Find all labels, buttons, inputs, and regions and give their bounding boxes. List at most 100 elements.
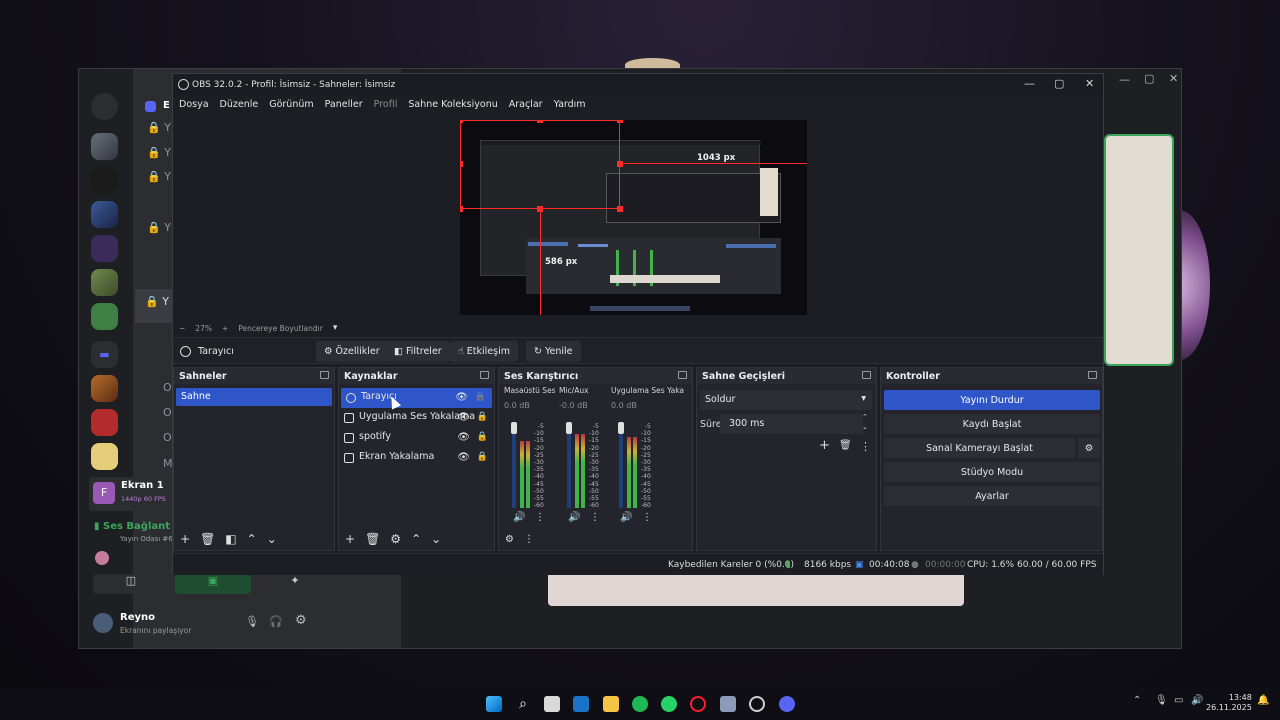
duration-input[interactable]: 300 ms <box>720 414 863 434</box>
trash-icon[interactable]: 🗑 <box>365 532 380 546</box>
stop-streaming-button[interactable]: Yayını Durdur <box>884 390 1100 410</box>
channel-more-icon[interactable]: ⋮ <box>642 512 652 523</box>
channel-row[interactable]: 🔒 Y <box>147 221 171 234</box>
transition-select[interactable]: Soldur ▾ <box>700 390 872 410</box>
server-icon[interactable] <box>91 133 118 160</box>
visibility-eye-icon[interactable]: 👁 <box>457 412 470 423</box>
undock-icon[interactable] <box>862 371 871 379</box>
gear-icon[interactable]: ⚙ <box>390 532 401 546</box>
add-icon[interactable]: + <box>345 532 355 546</box>
move-down-icon[interactable]: ⌄ <box>267 532 277 546</box>
channel-more-icon[interactable]: ⋮ <box>535 512 545 523</box>
channel-more-icon[interactable]: ⋮ <box>590 512 600 523</box>
outlook-icon[interactable] <box>573 696 589 712</box>
zoom-dropdown-icon[interactable]: ▾ <box>333 323 338 333</box>
interact-button[interactable]: ☝ Etkileşim <box>450 341 518 362</box>
maximize-button[interactable]: ▢ <box>1054 77 1064 90</box>
advanced-audio-icon[interactable]: ⚙ <box>505 534 514 545</box>
undock-icon[interactable] <box>480 371 489 379</box>
source-item[interactable]: Uygulama Ses Yakalama 👁 🔒 <box>339 408 494 428</box>
lock-icon[interactable]: 🔒 <box>477 412 488 422</box>
opera-icon[interactable] <box>690 696 706 712</box>
move-down-icon[interactable]: ⌄ <box>431 532 441 546</box>
volume-fader-track[interactable] <box>512 426 516 508</box>
zoom-in-button[interactable]: + <box>222 324 228 333</box>
discord-maximize-button[interactable]: ▢ <box>1144 72 1154 85</box>
menu-profile[interactable]: Profil <box>374 99 398 110</box>
refresh-button[interactable]: ↻ Yenile <box>526 341 581 362</box>
user-avatar[interactable] <box>93 613 113 633</box>
server-icon[interactable] <box>91 201 118 228</box>
channel-row[interactable]: 🔒 Y <box>147 146 171 159</box>
menu-tools[interactable]: Araçlar <box>509 99 543 110</box>
preview-area[interactable]: 1043 px 586 px <box>173 114 1103 320</box>
screen-share-button[interactable]: ▣ <box>175 574 251 594</box>
server-icon[interactable] <box>91 303 118 330</box>
lock-icon[interactable]: 🔒 <box>475 392 486 402</box>
studio-mode-button[interactable]: Stüdyo Modu <box>884 462 1100 482</box>
undock-icon[interactable] <box>1088 371 1097 379</box>
folder-icon[interactable]: ▬ <box>91 341 118 368</box>
app-icon[interactable] <box>720 696 736 712</box>
server-icon[interactable] <box>91 269 118 296</box>
spotify-icon[interactable] <box>632 696 648 712</box>
resize-handle[interactable] <box>460 161 463 167</box>
obs-icon[interactable] <box>749 696 765 712</box>
discord-icon[interactable] <box>779 696 795 712</box>
resize-handle[interactable] <box>460 120 463 123</box>
settings-gear-icon[interactable]: ⚙ <box>295 613 307 628</box>
menu-scene-collection[interactable]: Sahne Koleksiyonu <box>408 99 497 110</box>
more-icon[interactable]: ⋮ <box>860 440 871 453</box>
trash-icon[interactable]: 🗑 <box>200 532 215 546</box>
start-virtual-camera-button[interactable]: Sanal Kamerayı Başlat <box>884 438 1075 458</box>
volume-fader-track[interactable] <box>567 426 571 508</box>
store-icon[interactable] <box>544 696 560 712</box>
scene-item[interactable]: Sahne <box>176 388 332 406</box>
camera-off-button[interactable]: ◫ <box>93 574 169 594</box>
volume-fader-handle[interactable] <box>566 422 572 434</box>
visibility-eye-icon[interactable]: 👁 <box>457 452 470 463</box>
volume-fader-handle[interactable] <box>618 422 624 434</box>
fit-to-window-button[interactable]: Pencereye Boyutlandır <box>238 324 323 333</box>
undock-icon[interactable] <box>320 371 329 379</box>
start-button[interactable] <box>486 696 502 712</box>
properties-button[interactable]: ⚙ Özellikler <box>316 341 388 362</box>
discord-home-icon[interactable] <box>91 93 118 120</box>
add-icon[interactable]: + <box>180 532 190 546</box>
selection-bounding-box[interactable] <box>460 120 620 209</box>
close-button[interactable]: ✕ <box>1085 77 1094 90</box>
resize-handle[interactable] <box>617 206 623 212</box>
server-icon[interactable] <box>91 167 118 194</box>
settings-button[interactable]: Ayarlar <box>884 486 1100 506</box>
whatsapp-icon[interactable] <box>661 696 677 712</box>
mute-speaker-icon[interactable]: 🔊 <box>620 512 632 523</box>
spin-down-icon[interactable]: ⌄ <box>862 423 868 431</box>
resize-handle[interactable] <box>460 206 463 212</box>
lock-icon[interactable]: 🔒 <box>477 432 488 442</box>
resize-handle[interactable] <box>537 120 543 123</box>
volume-fader-track[interactable] <box>619 426 623 508</box>
mic-icon[interactable]: 🎙 <box>245 615 259 628</box>
channel-row[interactable]: O <box>163 406 172 419</box>
visibility-eye-icon[interactable]: 👁 <box>455 392 468 403</box>
lock-icon[interactable]: 🔒 <box>477 452 488 462</box>
source-item[interactable]: spotify 👁 🔒 <box>339 428 494 448</box>
tray-volume-icon[interactable]: 🔊 <box>1191 695 1203 706</box>
search-icon[interactable]: ⌕ <box>515 696 531 712</box>
server-icon[interactable] <box>91 235 118 262</box>
channel-row[interactable]: 🔒 Y <box>147 121 171 134</box>
scene-filters-icon[interactable]: ◧ <box>225 532 236 546</box>
tray-mic-icon[interactable]: 🎙 <box>1155 695 1168 706</box>
menu-help[interactable]: Yardım <box>554 99 586 110</box>
volume-fader-handle[interactable] <box>511 422 517 434</box>
zoom-out-button[interactable]: − <box>179 324 185 333</box>
source-item[interactable]: Ekran Yakalama 👁 🔒 <box>339 448 494 468</box>
more-icon[interactable]: ⋮ <box>524 534 534 545</box>
menu-edit[interactable]: Düzenle <box>220 99 259 110</box>
server-icon[interactable] <box>91 375 118 402</box>
discord-stream-tile[interactable] <box>1104 134 1174 366</box>
headphones-icon[interactable]: 🎧 <box>269 615 283 628</box>
mute-speaker-icon[interactable]: 🔊 <box>513 512 525 523</box>
channel-row[interactable]: 🔒 Y <box>147 170 171 183</box>
discord-minimize-button[interactable]: — <box>1119 73 1130 86</box>
